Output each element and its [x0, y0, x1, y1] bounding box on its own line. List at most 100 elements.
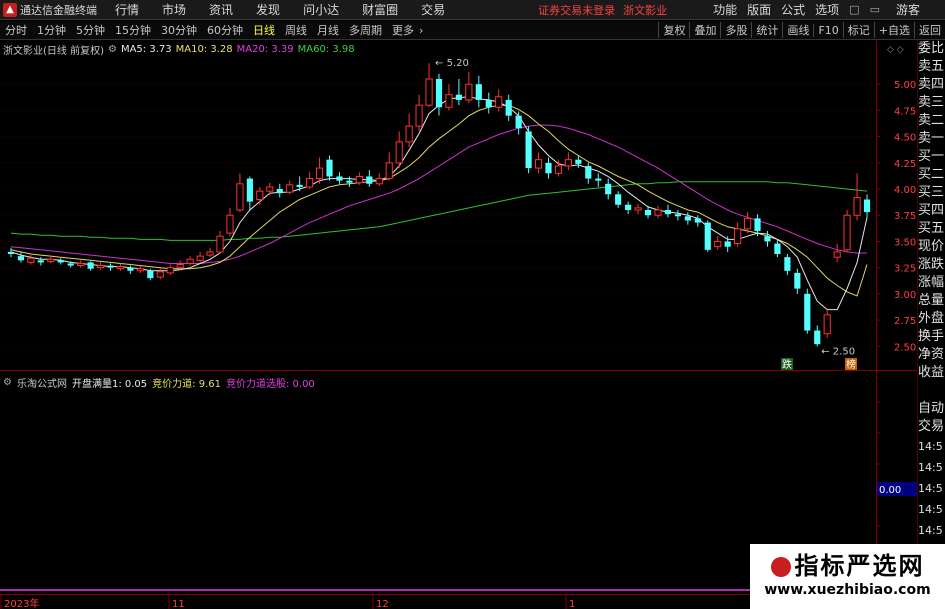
period-monthly[interactable]: 月线 — [312, 22, 344, 38]
app-title: 通达信金融终端 — [20, 3, 97, 17]
order-panel-label: 委比 — [918, 41, 945, 56]
order-panel-label: 自动 — [918, 401, 945, 416]
period-60min[interactable]: 60分钟 — [202, 22, 248, 38]
tool-mark[interactable]: 标记 — [842, 22, 874, 38]
trade-login-notice[interactable]: 证券交易未登录 — [538, 2, 615, 18]
date-label: 1 — [569, 599, 575, 609]
restore-icon[interactable]: ▭ — [870, 3, 880, 16]
candle — [734, 222, 742, 247]
tool-overlay[interactable]: 叠加 — [689, 22, 720, 38]
candle — [534, 152, 543, 174]
candle — [515, 111, 522, 135]
candle — [823, 309, 831, 338]
period-timeshare[interactable]: 分时 — [0, 22, 32, 38]
price-tick-label: 4.75 — [894, 106, 916, 117]
trade-time: 14:5 — [918, 524, 943, 537]
tool-restore-rights[interactable]: 复权 — [658, 22, 689, 38]
period-daily[interactable]: 日线 — [248, 22, 280, 38]
order-panel-label — [918, 382, 945, 400]
date-axis: 2023年 11 12 1 — [0, 594, 876, 609]
trade-time: 14:5 — [918, 440, 943, 453]
menu-market[interactable]: 市场 — [162, 1, 186, 18]
candle — [286, 180, 294, 195]
candle — [415, 94, 423, 132]
candle — [843, 210, 851, 252]
order-panel-label: 总量 — [918, 293, 945, 308]
ma20-value: MA20: 3.39 — [236, 43, 294, 55]
tag-die[interactable]: 跌 — [781, 358, 793, 370]
candle — [634, 203, 642, 215]
tool-draw[interactable]: 画线 — [782, 22, 813, 38]
settings-gear-icon[interactable]: ⚙ — [108, 44, 117, 55]
period-30min[interactable]: 30分钟 — [156, 22, 202, 38]
order-panel-label: 换手 — [918, 329, 945, 344]
candle — [625, 201, 632, 215]
user-label[interactable]: 游客 — [896, 1, 920, 18]
sub-gear-icon[interactable]: ⚙ — [3, 377, 12, 388]
candle — [336, 172, 343, 184]
period-15min[interactable]: 15分钟 — [110, 22, 156, 38]
period-5min[interactable]: 5分钟 — [71, 22, 110, 38]
candle — [794, 268, 801, 294]
period-weekly[interactable]: 周线 — [280, 22, 312, 38]
app-logo-icon: ▲ — [3, 2, 17, 17]
price-tick-label: 4.00 — [894, 185, 916, 196]
candle — [7, 247, 15, 258]
candle — [445, 84, 453, 111]
candle — [355, 172, 363, 185]
order-panel-label: 净资 — [918, 347, 945, 362]
menu-discover[interactable]: 发现 — [256, 1, 280, 18]
candle — [664, 204, 672, 218]
period-1min[interactable]: 1分钟 — [32, 22, 71, 38]
tool-back[interactable]: 返回 — [914, 22, 945, 38]
menu-news[interactable]: 资讯 — [209, 1, 233, 18]
candle — [774, 239, 781, 258]
ma60-value: MA60: 3.98 — [297, 43, 355, 55]
candle — [804, 288, 811, 334]
candle — [127, 265, 134, 274]
menu-formula[interactable]: 公式 — [781, 1, 805, 18]
candle — [256, 186, 264, 205]
candle — [743, 212, 752, 234]
candle — [196, 251, 204, 263]
high-price-label: ← 5.20 — [435, 58, 469, 69]
menu-quotes[interactable]: 行情 — [115, 1, 139, 18]
candle — [585, 162, 592, 184]
period-multi[interactable]: 多周期 — [344, 22, 387, 38]
order-panel-label: 买二 — [918, 167, 945, 182]
menu-ask[interactable]: 问小达 — [303, 1, 339, 18]
candle — [306, 172, 314, 190]
menu-wealth[interactable]: 财富圈 — [362, 1, 398, 18]
candle — [615, 191, 622, 208]
menu-layout[interactable]: 版面 — [747, 1, 771, 18]
tool-f10[interactable]: F10 — [813, 23, 842, 37]
minimize-icon[interactable]: □ — [849, 3, 859, 16]
ma5-line — [10, 96, 868, 311]
watermark: 指标严选网 www.xuezhibiao.com — [750, 544, 945, 609]
price-tick-label: 4.50 — [894, 133, 916, 144]
tag-bang[interactable]: 榜 — [845, 358, 857, 370]
auction-select-value: 竞价力道选股: 0.00 — [225, 378, 315, 390]
price-axis: 5.00 4.75 4.50 4.25 4.00 3.75 3.50 3.25 3.00 2.75… — [876, 40, 917, 600]
candle — [505, 94, 512, 121]
menu-function[interactable]: 功能 — [713, 1, 737, 18]
candle — [495, 89, 503, 112]
trade-time: 14:5 — [918, 461, 943, 474]
tool-add-watchlist[interactable]: +自选 — [873, 22, 914, 38]
period-more[interactable]: 更多 — [387, 22, 419, 38]
more-chevron-icon[interactable]: › — [419, 24, 423, 37]
menu-options[interactable]: 选项 — [815, 1, 839, 18]
pane-separator — [0, 370, 917, 371]
candle — [595, 173, 602, 187]
diamond-icon[interactable]: ◇ ◇ — [887, 45, 904, 55]
candle — [206, 247, 214, 258]
open-full-value: 开盘满量1: 0.05 — [71, 378, 148, 390]
menu-trade[interactable]: 交易 — [421, 1, 445, 18]
candle — [704, 220, 711, 252]
tool-stats[interactable]: 统计 — [751, 22, 782, 38]
main-kline-chart[interactable]: ← 5.20 ← 2.50 跌 榜 — [0, 40, 876, 370]
candle — [77, 260, 85, 268]
sub-indicator-chart[interactable] — [0, 372, 876, 594]
order-panel-label: 卖三 — [918, 95, 945, 110]
tool-multi-stock[interactable]: 多股 — [720, 22, 751, 38]
